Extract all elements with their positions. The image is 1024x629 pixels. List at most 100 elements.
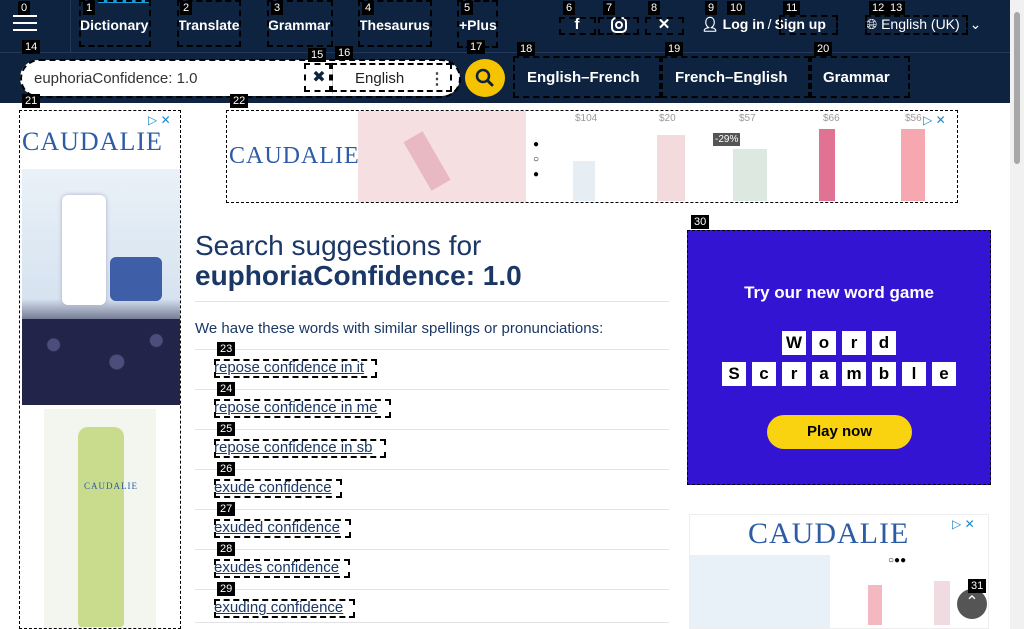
element-marker: 1 bbox=[83, 1, 96, 15]
letter-tile: W bbox=[782, 331, 806, 355]
element-marker: 9 bbox=[705, 1, 718, 15]
annotation-box bbox=[331, 63, 452, 92]
annotation-box bbox=[559, 17, 596, 35]
annotation-box bbox=[214, 399, 391, 418]
carousel-dots[interactable]: ○●● bbox=[888, 555, 906, 566]
ad-product-image bbox=[22, 169, 180, 405]
heading-query: euphoriaConfidence: 1.0 bbox=[195, 260, 522, 291]
ad-bottom-brand: CAUDALIE bbox=[748, 517, 910, 550]
element-marker: 30 bbox=[691, 215, 710, 229]
element-marker: 23 bbox=[217, 342, 236, 356]
element-marker: 0 bbox=[18, 1, 31, 15]
annotation-box bbox=[214, 519, 351, 538]
ad-product-tile bbox=[819, 129, 835, 201]
divider bbox=[195, 349, 669, 350]
ad-top-image bbox=[358, 111, 526, 202]
letter-tile: S bbox=[722, 362, 746, 386]
game-promo-title: Try our new word game bbox=[744, 283, 934, 302]
annotation-box bbox=[304, 63, 331, 92]
element-marker: 11 bbox=[783, 1, 801, 15]
letter-tile: d bbox=[872, 331, 896, 355]
element-marker: 24 bbox=[217, 382, 236, 396]
left-advertisement[interactable]: ▷ ✕ CAUDALIE CAUDALIE bbox=[19, 110, 181, 629]
letter-tile: r bbox=[782, 362, 806, 386]
ad-discount-badge: -29% bbox=[713, 133, 741, 146]
heading-prefix: Search suggestions for bbox=[195, 230, 482, 261]
annotation-box bbox=[214, 599, 355, 618]
ad-choices-icon[interactable]: ▷ ✕ bbox=[148, 113, 171, 127]
menu-icon[interactable] bbox=[13, 15, 37, 33]
letter-tile: a bbox=[812, 362, 836, 386]
element-marker: 5 bbox=[461, 1, 474, 15]
letter-tile: o bbox=[812, 331, 836, 355]
top-advertisement[interactable]: CAUDALIE ● ○ ● $104 $20 $57 $66 $56 -29% ▷… bbox=[226, 110, 958, 203]
login-link[interactable]: Log in bbox=[723, 16, 765, 32]
element-marker: 21 bbox=[22, 94, 41, 108]
letter-tile: l bbox=[902, 362, 926, 386]
divider bbox=[195, 389, 669, 390]
annotation-box bbox=[661, 56, 810, 98]
annotation-box bbox=[214, 359, 377, 378]
letter-tile: m bbox=[842, 362, 866, 386]
annotation-box bbox=[810, 56, 910, 98]
search-button[interactable] bbox=[465, 59, 505, 97]
bottom-right-advertisement[interactable]: CAUDALIE ▷ ✕ ○●● bbox=[689, 514, 989, 629]
play-now-button[interactable]: Play now bbox=[767, 415, 912, 449]
element-marker: 22 bbox=[230, 94, 249, 108]
ad-brand: CAUDALIE bbox=[22, 127, 163, 156]
ad-product-bottle: CAUDALIE bbox=[44, 409, 156, 628]
element-marker: 20 bbox=[814, 42, 833, 56]
element-marker: 12 bbox=[869, 1, 888, 15]
element-marker: 16 bbox=[335, 46, 354, 60]
divider bbox=[195, 549, 669, 550]
element-marker: 19 bbox=[665, 42, 684, 56]
ad-price-1: $104 bbox=[575, 113, 598, 124]
element-marker: 7 bbox=[603, 1, 616, 15]
login-separator: / bbox=[767, 16, 772, 32]
suggestions-intro: We have these words with similar spellin… bbox=[195, 320, 604, 337]
element-marker: 4 bbox=[362, 1, 375, 15]
ad-price-2: $20 bbox=[659, 113, 676, 124]
ad-bottle-brand: CAUDALIE bbox=[84, 481, 138, 491]
annotation-box bbox=[214, 439, 386, 458]
page-title: Search suggestions for euphoriaConfidenc… bbox=[195, 231, 669, 291]
element-marker: 25 bbox=[217, 422, 236, 436]
element-marker: 28 bbox=[217, 542, 236, 556]
ad-choices-icon[interactable]: ▷ ✕ bbox=[923, 113, 946, 127]
ad-bottom-image bbox=[690, 555, 830, 628]
scrollbar-thumb[interactable] bbox=[1014, 12, 1020, 164]
page: Dictionary Translate Grammar Thesaurus +… bbox=[0, 0, 1024, 629]
annotation-box bbox=[513, 56, 661, 98]
ad-product-tile bbox=[657, 135, 685, 201]
annotation-box bbox=[779, 15, 838, 35]
divider bbox=[195, 469, 669, 470]
back-to-top-button[interactable]: ⌃ bbox=[957, 589, 987, 619]
ad-price-5: $56 bbox=[905, 113, 922, 124]
element-marker: 13 bbox=[887, 1, 906, 15]
annotation-box bbox=[214, 559, 350, 578]
chevron-down-icon: ⌄ bbox=[969, 16, 982, 32]
letter-tile: r bbox=[842, 331, 866, 355]
ad-choices-icon[interactable]: ▷ ✕ bbox=[952, 517, 975, 531]
element-marker: 18 bbox=[517, 42, 536, 56]
chevron-up-icon: ⌃ bbox=[965, 594, 979, 611]
element-marker: 27 bbox=[217, 502, 236, 516]
element-marker: 2 bbox=[180, 1, 193, 15]
element-marker: 3 bbox=[271, 1, 284, 15]
carousel-dots[interactable]: ● ○ ● bbox=[533, 137, 539, 182]
header-divider bbox=[70, 0, 71, 52]
letter-tile: e bbox=[932, 362, 956, 386]
letter-tile: c bbox=[752, 362, 776, 386]
element-marker: 31 bbox=[968, 579, 987, 593]
annotation-box bbox=[214, 479, 342, 498]
top-header: Dictionary Translate Grammar Thesaurus +… bbox=[0, 0, 1010, 52]
ad-product-tile bbox=[934, 581, 950, 625]
ad-product-tile bbox=[901, 129, 925, 201]
element-marker: 17 bbox=[467, 40, 486, 54]
word-game-promo[interactable]: Try our new word game Word Scramble Play… bbox=[687, 230, 991, 485]
ad-price-4: $66 bbox=[823, 113, 840, 124]
annotation-box bbox=[598, 17, 639, 35]
element-marker: 8 bbox=[648, 1, 661, 15]
divider bbox=[195, 301, 669, 302]
page-scrollbar[interactable] bbox=[1010, 0, 1024, 629]
